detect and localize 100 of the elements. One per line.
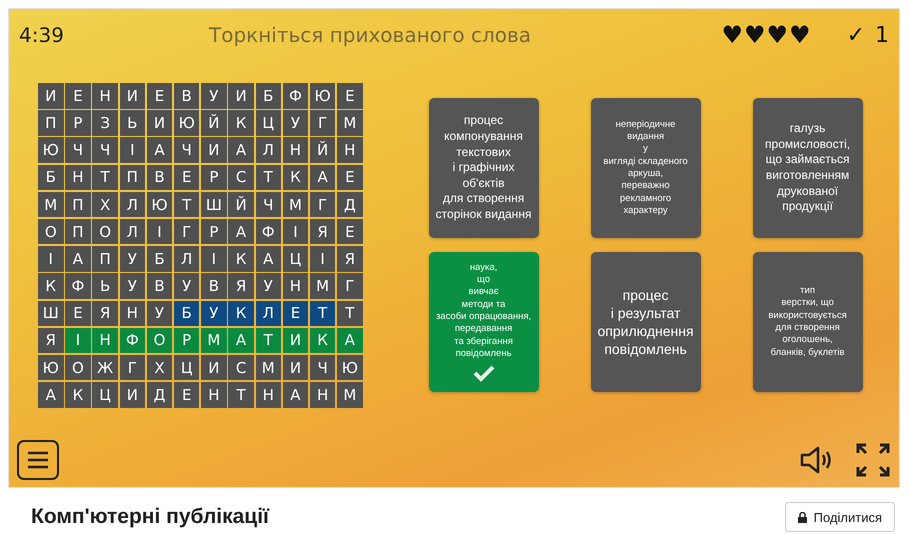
- letter-tile[interactable]: Л: [174, 246, 200, 272]
- letter-tile[interactable]: К: [228, 110, 254, 136]
- letter-tile[interactable]: І: [65, 328, 91, 354]
- letter-tile[interactable]: Ю: [337, 354, 363, 380]
- letter-tile[interactable]: И: [228, 83, 254, 108]
- letter-tile[interactable]: Р: [201, 218, 227, 244]
- letter-tile[interactable]: Ю: [38, 137, 64, 163]
- letter-tile[interactable]: Ч: [92, 137, 118, 163]
- letter-tile[interactable]: Т: [256, 164, 281, 190]
- letter-tile[interactable]: Ю: [310, 83, 336, 108]
- letter-tile[interactable]: І: [310, 246, 336, 272]
- letter-tile[interactable]: Д: [337, 192, 363, 218]
- letter-tile[interactable]: О: [146, 328, 172, 354]
- letter-tile[interactable]: Т: [337, 300, 363, 326]
- letter-tile[interactable]: Я: [337, 246, 363, 272]
- share-button[interactable]: Поділитися: [784, 502, 895, 532]
- letter-tile[interactable]: Н: [337, 137, 363, 163]
- letter-tile[interactable]: И: [282, 354, 308, 380]
- letter-tile[interactable]: Н: [120, 300, 146, 326]
- letter-tile[interactable]: К: [282, 164, 308, 190]
- letter-tile[interactable]: Т: [310, 300, 336, 326]
- letter-tile[interactable]: Н: [65, 164, 91, 190]
- letter-tile[interactable]: Ю: [146, 192, 172, 218]
- letter-tile[interactable]: Ф: [120, 328, 146, 354]
- letter-tile[interactable]: У: [256, 273, 281, 299]
- letter-tile[interactable]: Л: [256, 137, 281, 163]
- letter-tile[interactable]: М: [201, 328, 227, 354]
- letter-tile[interactable]: Ч: [310, 354, 336, 380]
- letter-tile[interactable]: С: [228, 164, 254, 190]
- letter-tile[interactable]: Е: [65, 83, 91, 108]
- letter-tile[interactable]: Х: [146, 354, 172, 380]
- letter-tile[interactable]: К: [65, 382, 91, 408]
- letter-tile[interactable]: Ю: [38, 354, 64, 380]
- letter-tile[interactable]: И: [146, 110, 172, 136]
- letter-tile[interactable]: В: [201, 273, 227, 299]
- letter-tile[interactable]: Й: [201, 110, 227, 136]
- letter-tile[interactable]: И: [282, 328, 308, 354]
- letter-tile[interactable]: Ш: [38, 300, 64, 326]
- letter-tile[interactable]: Ф: [282, 83, 308, 108]
- letter-tile[interactable]: Л: [120, 192, 146, 218]
- definition-card[interactable]: неперіодичне видання у вигляді складеного аркуша, переважно рекламного характеру: [590, 98, 701, 238]
- letter-tile[interactable]: И: [120, 382, 146, 408]
- letter-tile[interactable]: П: [92, 246, 118, 272]
- letter-tile[interactable]: Й: [310, 137, 336, 163]
- letter-tile[interactable]: Ц: [174, 354, 200, 380]
- letter-tile[interactable]: А: [228, 137, 254, 163]
- letter-tile[interactable]: Л: [120, 218, 146, 244]
- letter-tile[interactable]: К: [228, 300, 254, 326]
- definition-card[interactable]: галузь промисловості, що займається виготовленням друкованої продукції: [752, 98, 863, 238]
- letter-tile[interactable]: Н: [282, 273, 308, 299]
- letter-tile[interactable]: Б: [174, 300, 200, 326]
- letter-tile[interactable]: Я: [228, 273, 254, 299]
- letter-tile[interactable]: І: [38, 246, 64, 272]
- letter-tile[interactable]: М: [337, 382, 363, 408]
- letter-tile[interactable]: Н: [282, 137, 308, 163]
- letter-tile[interactable]: П: [65, 192, 91, 218]
- letter-tile[interactable]: Р: [174, 328, 200, 354]
- letter-tile[interactable]: У: [282, 110, 308, 136]
- letter-tile[interactable]: Я: [92, 300, 118, 326]
- letter-tile[interactable]: В: [174, 83, 200, 108]
- letter-tile[interactable]: А: [38, 382, 64, 408]
- letter-tile[interactable]: М: [310, 273, 336, 299]
- letter-tile[interactable]: Ц: [92, 382, 118, 408]
- letter-tile[interactable]: Л: [256, 300, 281, 326]
- letter-tile[interactable]: А: [337, 328, 363, 354]
- letter-tile[interactable]: Н: [256, 382, 281, 408]
- letter-tile[interactable]: Е: [282, 300, 308, 326]
- letter-tile[interactable]: Ч: [174, 137, 200, 163]
- letter-tile[interactable]: Г: [174, 218, 200, 244]
- letter-tile[interactable]: М: [282, 192, 308, 218]
- definition-card[interactable]: наука, що вивчає методи та засоби опрацювання, передавання та зберігання повідомлень: [428, 252, 539, 392]
- letter-tile[interactable]: О: [38, 218, 64, 244]
- letter-tile[interactable]: Т: [256, 328, 281, 354]
- letter-tile[interactable]: Е: [174, 164, 200, 190]
- letter-tile[interactable]: У: [201, 300, 227, 326]
- letter-tile[interactable]: Г: [120, 354, 146, 380]
- letter-tile[interactable]: И: [38, 83, 64, 108]
- letter-tile[interactable]: Н: [92, 83, 118, 108]
- letter-tile[interactable]: О: [92, 218, 118, 244]
- letter-tile[interactable]: Я: [38, 328, 64, 354]
- letter-tile[interactable]: Й: [228, 192, 254, 218]
- letter-tile[interactable]: Ж: [92, 354, 118, 380]
- letter-tile[interactable]: Н: [92, 328, 118, 354]
- letter-tile[interactable]: Н: [310, 382, 336, 408]
- letter-tile[interactable]: В: [146, 164, 172, 190]
- letter-tile[interactable]: Р: [201, 164, 227, 190]
- letter-tile[interactable]: У: [201, 83, 227, 108]
- letter-tile[interactable]: І: [201, 246, 227, 272]
- definition-card[interactable]: тип верстки, що використовується для створення оголошень, бланків, буклетів: [752, 252, 863, 392]
- fullscreen-icon[interactable]: [855, 442, 891, 478]
- letter-tile[interactable]: Ц: [256, 110, 281, 136]
- letter-tile[interactable]: М: [38, 192, 64, 218]
- letter-tile[interactable]: Е: [146, 83, 172, 108]
- letter-tile[interactable]: М: [337, 110, 363, 136]
- letter-tile[interactable]: І: [120, 137, 146, 163]
- letter-tile[interactable]: Б: [146, 246, 172, 272]
- letter-tile[interactable]: Ь: [92, 273, 118, 299]
- letter-tile[interactable]: К: [38, 273, 64, 299]
- letter-tile[interactable]: А: [256, 246, 281, 272]
- menu-button[interactable]: [17, 440, 59, 480]
